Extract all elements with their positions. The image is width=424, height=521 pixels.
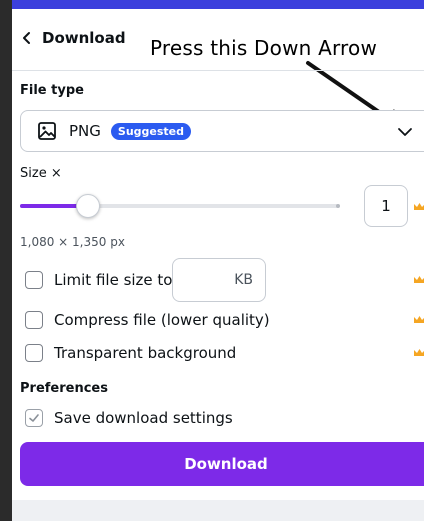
file-size-input[interactable]: [184, 272, 235, 288]
limit-file-size-option[interactable]: Limit file size to: [25, 268, 172, 292]
window-frame-top: [12, 0, 424, 9]
compress-file-checkbox[interactable]: [25, 311, 43, 329]
instruction-annotation: Press this Down Arrow: [150, 36, 378, 60]
window-frame-bottom: [12, 500, 424, 521]
file-type-value: PNG: [69, 122, 101, 140]
back-button[interactable]: Download: [20, 27, 126, 49]
checkmark-icon: [29, 414, 39, 422]
limit-file-size-label: Limit file size to: [54, 271, 173, 289]
download-panel: Download Press this Down Arrow File type…: [12, 9, 424, 500]
crown-icon: [414, 276, 424, 283]
header-divider: [12, 70, 424, 71]
transparent-background-label: Transparent background: [54, 344, 237, 362]
size-dimensions: 1,080 × 1,350 px: [20, 235, 125, 249]
download-button[interactable]: Download: [20, 442, 424, 486]
image-icon: [38, 122, 56, 140]
size-slider-thumb[interactable]: [76, 194, 100, 218]
preferences-label: Preferences: [20, 381, 108, 396]
file-type-label: File type: [20, 83, 84, 98]
file-size-kb-field[interactable]: KB: [172, 258, 266, 302]
save-download-settings-checkbox[interactable]: [25, 409, 43, 427]
page-title: Download: [42, 29, 126, 47]
transparent-background-option[interactable]: Transparent background: [25, 341, 236, 365]
crown-icon: [414, 316, 424, 323]
size-label: Size ×: [20, 166, 62, 181]
size-input[interactable]: [364, 185, 408, 227]
file-type-select[interactable]: PNG Suggested: [20, 110, 424, 152]
compress-file-option[interactable]: Compress file (lower quality): [25, 308, 270, 332]
suggested-badge: Suggested: [110, 122, 191, 140]
size-slider-end: [336, 204, 340, 208]
kb-unit-label: KB: [234, 272, 253, 288]
limit-file-size-checkbox[interactable]: [25, 271, 43, 289]
crown-icon: [414, 203, 424, 210]
chevron-down-icon[interactable]: [397, 125, 413, 139]
crown-icon: [414, 349, 424, 356]
save-download-settings-option[interactable]: Save download settings: [25, 406, 233, 430]
window-frame-left: [0, 0, 12, 521]
chevron-left-icon: [23, 32, 30, 44]
transparent-background-checkbox[interactable]: [25, 344, 43, 362]
save-download-settings-label: Save download settings: [54, 409, 233, 427]
compress-file-label: Compress file (lower quality): [54, 311, 270, 329]
